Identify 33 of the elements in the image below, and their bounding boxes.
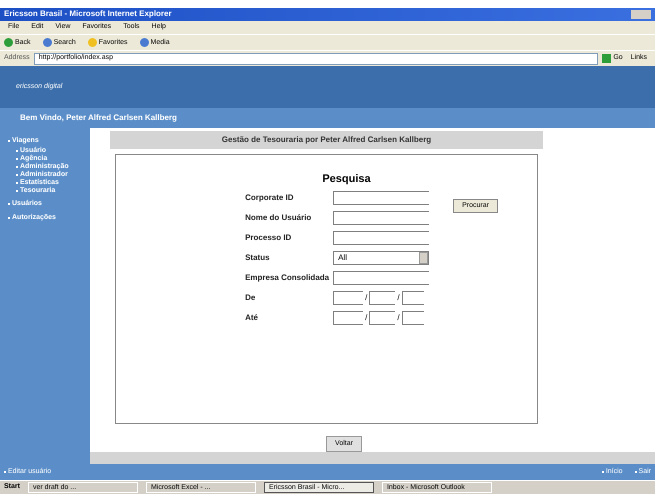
toolbar-icon (4, 38, 13, 48)
input-field[interactable] (333, 230, 430, 245)
field-label: De (245, 292, 256, 304)
window-controls-icon[interactable] (631, 10, 651, 19)
field-label: Até (245, 312, 259, 324)
date-separator: / (365, 292, 368, 304)
input-field[interactable] (369, 310, 396, 325)
window-title: Ericsson Brasil - Microsoft Internet Explorer (4, 8, 172, 20)
input-field[interactable] (333, 210, 430, 225)
field-label: Status (245, 252, 271, 264)
input-field[interactable] (333, 290, 364, 305)
panel-title: Gestão de Tesouraria por Peter Alfred Carlsen Kallberg (222, 134, 432, 146)
toolbar-icon (42, 38, 52, 48)
input-field[interactable] (402, 290, 424, 305)
toolbar-icon (140, 38, 149, 48)
field-label: Processo ID (245, 232, 292, 244)
toolbar-icon (88, 38, 97, 48)
date-separator: / (397, 292, 400, 304)
input-field[interactable] (333, 310, 364, 325)
form-heading: Pesquisa (321, 172, 371, 188)
date-separator: / (397, 312, 400, 324)
bullet-icon (602, 471, 604, 474)
status-dropdown[interactable]: All (333, 250, 430, 265)
input-field[interactable] (402, 310, 424, 325)
field-label: Corporate ID (245, 192, 295, 204)
input-field[interactable] (333, 270, 430, 285)
input-field[interactable] (369, 290, 396, 305)
input-field[interactable] (333, 190, 430, 205)
welcome-text: Bem Vindo, Peter Alfred Carlsen Kallberg (20, 112, 177, 124)
field-label: Empresa Consolidada (245, 272, 330, 284)
date-separator: / (365, 312, 368, 324)
field-label: Nome do Usuário (245, 212, 312, 224)
bullet-icon (634, 471, 637, 474)
